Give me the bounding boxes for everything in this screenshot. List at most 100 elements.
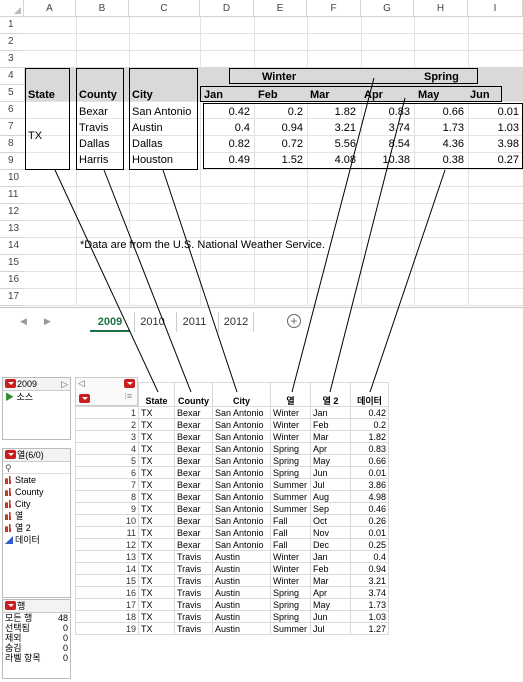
column-header[interactable]: State	[138, 382, 175, 407]
row-header[interactable]: 4	[0, 68, 24, 85]
columns-panel-header[interactable]: 열(6/0)	[3, 449, 70, 462]
table-cell: 1.03	[350, 610, 389, 623]
column-header[interactable]: D	[200, 0, 254, 17]
red-menu-icon[interactable]	[5, 450, 16, 459]
column-list-item[interactable]: 열	[3, 510, 70, 522]
value-cell: 1.03	[497, 122, 519, 134]
rows-panel-header[interactable]: 행	[3, 600, 70, 613]
column-list-item[interactable]: County	[3, 486, 70, 498]
table-cell: TX	[138, 526, 175, 539]
table-row[interactable]: 18 TX Travis Austin Spring Jun 1.03	[75, 610, 389, 623]
table-row[interactable]: 11 TX Bexar San Antonio Fall Nov 0.01	[75, 526, 389, 539]
table-row[interactable]: 12 TX Bexar San Antonio Fall Dec 0.25	[75, 538, 389, 551]
row-header[interactable]: 5	[0, 85, 24, 102]
column-header[interactable]: H	[414, 0, 468, 17]
row-header[interactable]: 9	[0, 153, 24, 170]
column-header[interactable]: G	[361, 0, 414, 17]
table-panel-header[interactable]: 2009 ▷	[3, 378, 70, 391]
table-row[interactable]: 6 TX Bexar San Antonio Spring Jun 0.01	[75, 466, 389, 479]
row-header[interactable]: 15	[0, 255, 24, 272]
column-list-item[interactable]: 열 2	[3, 522, 70, 534]
column-header[interactable]: 데이터	[350, 382, 389, 407]
table-cell: TX	[138, 454, 175, 467]
table-cell: 0.66	[350, 454, 389, 467]
table-cell: Bexar	[174, 406, 213, 419]
table-row[interactable]: 15 TX Travis Austin Winter Mar 3.21	[75, 574, 389, 587]
tab-2011[interactable]: 2011	[176, 312, 212, 332]
table-cell: TX	[138, 562, 175, 575]
table-cell: TX	[138, 610, 175, 623]
table-row[interactable]: 10 TX Bexar San Antonio Fall Oct 0.26	[75, 514, 389, 527]
red-menu-icon[interactable]	[5, 379, 16, 388]
row-header[interactable]: 1	[0, 17, 24, 34]
row-header[interactable]: 12	[0, 204, 24, 221]
table-cell: Apr	[310, 442, 351, 455]
value-cell: 1.73	[442, 122, 464, 134]
column-header[interactable]: B	[76, 0, 129, 17]
table-cell: Fall	[270, 526, 311, 539]
table-cell: Aug	[310, 490, 351, 503]
column-header[interactable]: 열	[270, 382, 311, 407]
table-row[interactable]: 9 TX Bexar San Antonio Summer Sep 0.46	[75, 502, 389, 515]
table-row[interactable]: 2 TX Bexar San Antonio Winter Feb 0.2	[75, 418, 389, 431]
row-header[interactable]: 8	[0, 136, 24, 153]
table-row[interactable]: 17 TX Travis Austin Spring May 1.73	[75, 598, 389, 611]
column-header[interactable]: 열 2	[310, 382, 351, 407]
table-cell: San Antonio	[212, 538, 271, 551]
row-stat: 숨김 0	[3, 643, 70, 653]
scroll-right-icon[interactable]: ▶	[44, 316, 51, 327]
row-header[interactable]: 16	[0, 272, 24, 289]
tab-2012[interactable]: 2012	[218, 312, 254, 332]
table-cell: Austin	[212, 562, 271, 575]
row-header[interactable]: 10	[0, 170, 24, 187]
select-all-corner[interactable]	[0, 0, 24, 17]
source-script[interactable]: ▶ 소스	[3, 391, 70, 403]
row-header[interactable]: 3	[0, 51, 24, 68]
table-row[interactable]: 13 TX Travis Austin Winter Jan 0.4	[75, 550, 389, 563]
column-search[interactable]: ⚲	[3, 462, 70, 474]
column-list-item[interactable]: State	[3, 474, 70, 486]
table-cell: 0.2	[350, 418, 389, 431]
row-header[interactable]: 14	[0, 238, 24, 255]
column-header[interactable]: City	[212, 382, 271, 407]
table-cell: TX	[138, 430, 175, 443]
column-header[interactable]: A	[24, 0, 76, 17]
month-header: Mar	[310, 89, 330, 101]
column-list-item[interactable]: 데이터	[3, 534, 70, 546]
column-header[interactable]: C	[129, 0, 200, 17]
gridline	[24, 288, 523, 289]
scroll-left-icon[interactable]: ◀	[20, 316, 27, 327]
tab-2009[interactable]: 2009	[90, 312, 130, 332]
tab-2010[interactable]: 2010	[134, 312, 170, 332]
table-row[interactable]: 19 TX Travis Austin Summer Jul 1.27	[75, 622, 389, 635]
table-row[interactable]: 1 TX Bexar San Antonio Winter Jan 0.42	[75, 406, 389, 419]
row-header[interactable]: 11	[0, 187, 24, 204]
table-row[interactable]: 5 TX Bexar San Antonio Spring May 0.66	[75, 454, 389, 467]
column-list-item[interactable]: City	[3, 498, 70, 510]
column-header[interactable]: County	[174, 382, 213, 407]
red-menu-icon[interactable]	[5, 601, 16, 610]
row-number: 6	[75, 466, 139, 479]
row-header[interactable]: 6	[0, 102, 24, 119]
row-header[interactable]: 17	[0, 289, 24, 306]
column-header[interactable]: I	[468, 0, 523, 17]
table-row[interactable]: 7 TX Bexar San Antonio Summer Jul 3.86	[75, 478, 389, 491]
row-header[interactable]: 13	[0, 221, 24, 238]
column-header[interactable]: E	[254, 0, 307, 17]
table-row[interactable]: 14 TX Travis Austin Winter Feb 0.94	[75, 562, 389, 575]
table-cell: 1.27	[350, 622, 389, 635]
table-cell: San Antonio	[212, 466, 271, 479]
table-cell: Bexar	[174, 490, 213, 503]
table-row[interactable]: 4 TX Bexar San Antonio Spring Apr 0.83	[75, 442, 389, 455]
row-header[interactable]: 7	[0, 119, 24, 136]
row-header[interactable]: 2	[0, 34, 24, 51]
plus-circle-icon[interactable]: +	[287, 314, 301, 328]
column-header[interactable]: F	[307, 0, 361, 17]
table-cell: 0.25	[350, 538, 389, 551]
row-number: 3	[75, 430, 139, 443]
columns-panel: 열(6/0) ⚲ State County City 열 열 2 데이터	[2, 448, 71, 598]
table-row[interactable]: 8 TX Bexar San Antonio Summer Aug 4.98	[75, 490, 389, 503]
table-cell: Feb	[310, 562, 351, 575]
table-row[interactable]: 3 TX Bexar San Antonio Winter Mar 1.82	[75, 430, 389, 443]
table-row[interactable]: 16 TX Travis Austin Spring Apr 3.74	[75, 586, 389, 599]
